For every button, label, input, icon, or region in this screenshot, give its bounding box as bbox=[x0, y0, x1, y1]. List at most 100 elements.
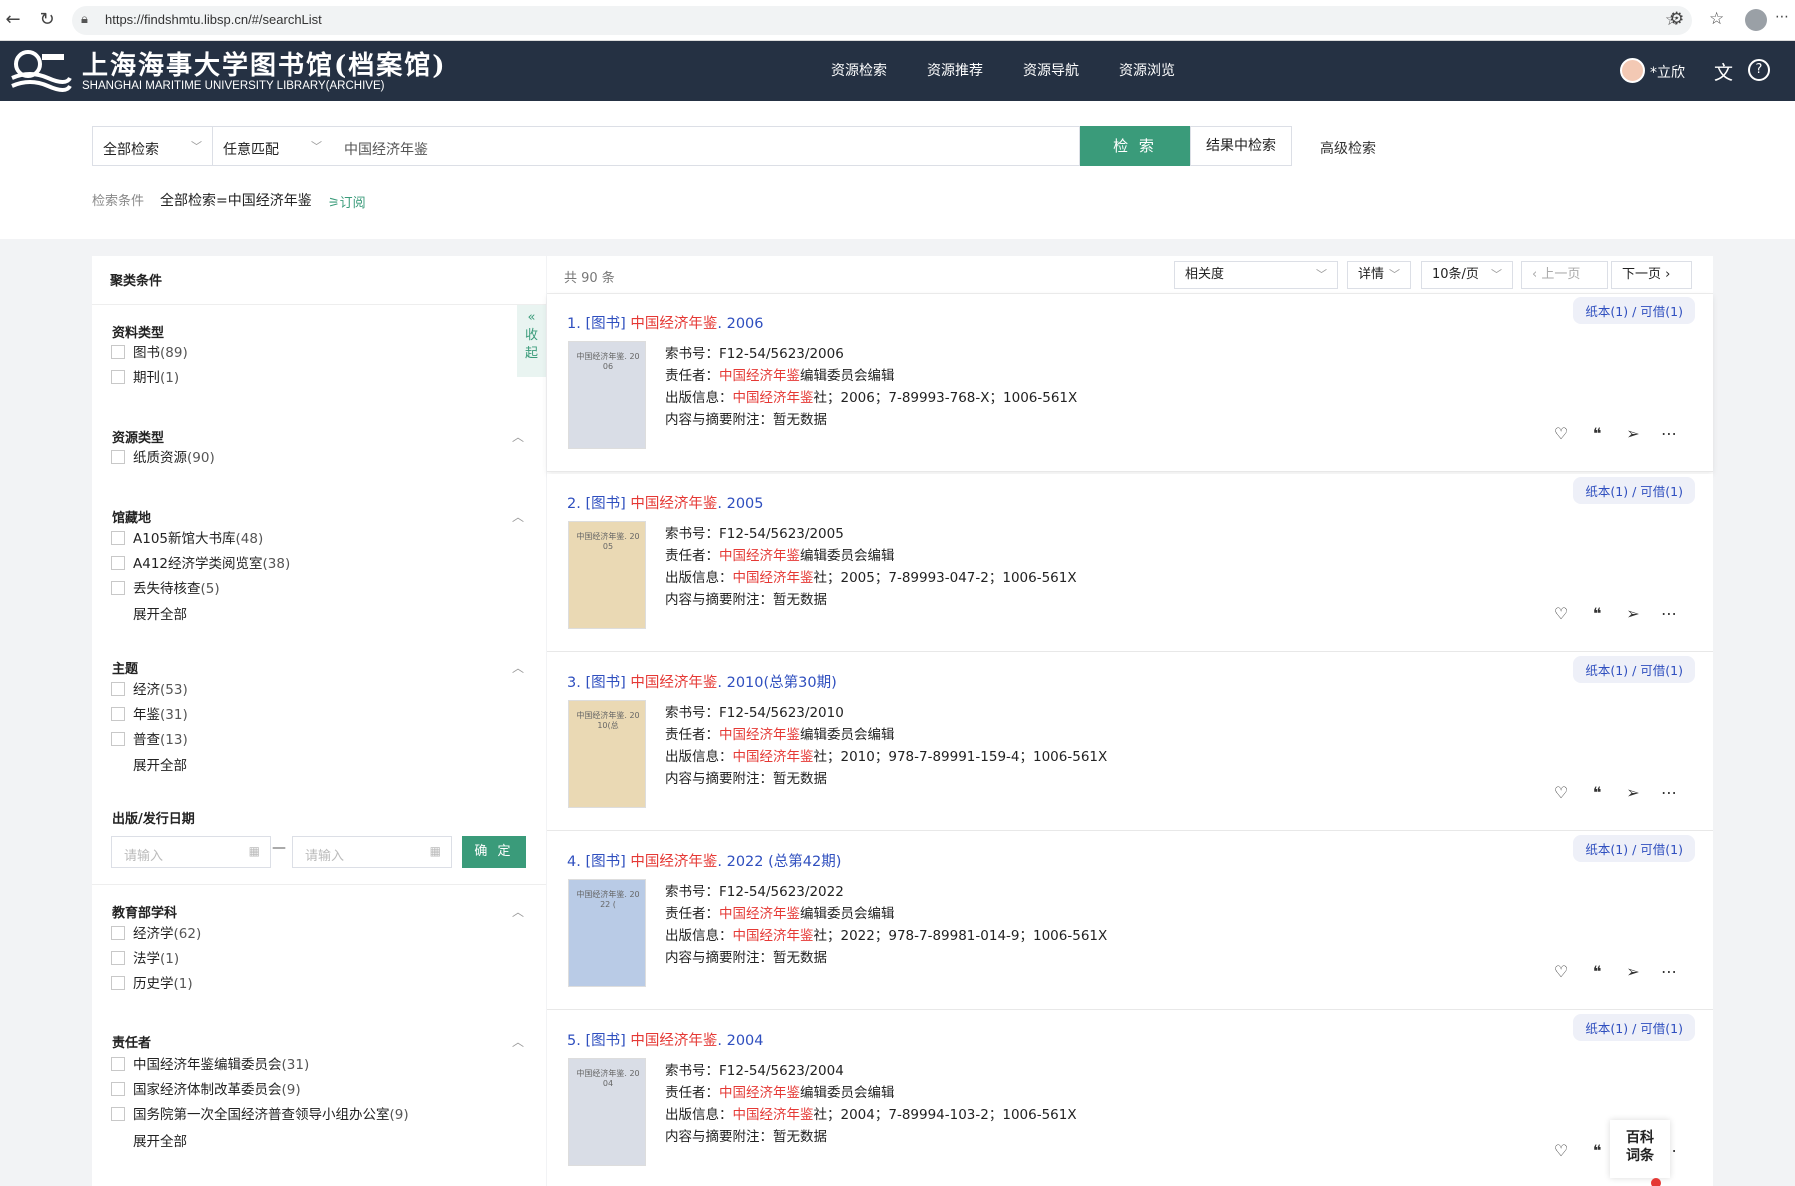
date-confirm-button[interactable]: 确 定 bbox=[462, 836, 526, 868]
help-icon[interactable]: ? bbox=[1748, 59, 1770, 81]
checkbox[interactable] bbox=[111, 556, 125, 570]
facet-option[interactable]: 普查(13) bbox=[111, 731, 188, 749]
chevron-up-icon[interactable]: ︿ bbox=[512, 508, 524, 525]
checkbox[interactable] bbox=[111, 707, 125, 721]
more-icon[interactable]: ⋯ bbox=[1775, 9, 1789, 25]
expand-all-link[interactable]: 展开全部 bbox=[133, 603, 187, 623]
checkbox[interactable] bbox=[111, 732, 125, 746]
share-send-icon[interactable]: ➢ bbox=[1615, 962, 1651, 981]
quote-icon[interactable]: ❝ bbox=[1579, 962, 1615, 981]
favorites-icon[interactable]: ☆ bbox=[1709, 9, 1724, 29]
checkbox[interactable] bbox=[111, 1057, 125, 1071]
checkbox[interactable] bbox=[111, 682, 125, 696]
checkbox[interactable] bbox=[111, 926, 125, 940]
advanced-search-link[interactable]: 高级检索 bbox=[1320, 138, 1376, 158]
sort-select[interactable]: 相关度 ﹀ bbox=[1174, 261, 1338, 289]
facet-option[interactable]: A412经济学类阅览室(38) bbox=[111, 555, 290, 573]
date-start-input[interactable]: 请输入 ▦ bbox=[111, 836, 271, 868]
result-title-link[interactable]: 5. [图书] 中国经济年鉴. 2004 bbox=[567, 1029, 764, 1050]
search-input[interactable]: 中国经济年鉴 bbox=[332, 126, 1080, 166]
reload-icon[interactable]: ↻ bbox=[36, 9, 58, 31]
facet-option[interactable]: 经济(53) bbox=[111, 681, 188, 699]
heart-icon[interactable]: ♡ bbox=[1543, 1141, 1579, 1160]
search-button[interactable]: 检 索 bbox=[1080, 126, 1190, 166]
prev-page-button[interactable]: ‹ 上一页 bbox=[1521, 261, 1608, 289]
result-title-link[interactable]: 3. [图书] 中国经济年鉴. 2010(总第30期) bbox=[567, 671, 837, 692]
book-cover-image[interactable]: 中国经济年鉴. 20 06 bbox=[568, 341, 646, 449]
page-size-select[interactable]: 10条/页 ﹀ bbox=[1421, 261, 1513, 289]
collapse-panel-button[interactable]: « 收 起 bbox=[517, 305, 546, 377]
checkbox[interactable] bbox=[111, 345, 125, 359]
view-mode-select[interactable]: 详情 ﹀ bbox=[1347, 261, 1411, 289]
book-cover-image[interactable]: 中国经济年鉴. 20 04 bbox=[568, 1058, 646, 1166]
share-send-icon[interactable]: ➢ bbox=[1615, 783, 1651, 802]
profile-avatar[interactable] bbox=[1745, 9, 1767, 31]
more-icon[interactable]: ⋯ bbox=[1651, 962, 1687, 981]
encyclopedia-widget[interactable]: 百科 词条 bbox=[1610, 1120, 1670, 1178]
result-title-link[interactable]: 2. [图书] 中国经济年鉴. 2005 bbox=[567, 492, 764, 513]
availability-badge[interactable]: 纸本(1) / 可借(1) bbox=[1573, 477, 1695, 504]
checkbox[interactable] bbox=[111, 370, 125, 384]
facet-option[interactable]: 经济学(62) bbox=[111, 925, 201, 943]
next-page-button[interactable]: 下一页 › bbox=[1611, 261, 1692, 289]
facet-option[interactable]: A105新馆大书库(48) bbox=[111, 530, 263, 548]
more-icon[interactable]: ⋯ bbox=[1651, 424, 1687, 443]
expand-all-link[interactable]: 展开全部 bbox=[133, 754, 187, 774]
facet-option[interactable]: 国家经济体制改革委员会(9) bbox=[111, 1081, 301, 1099]
checkbox[interactable] bbox=[111, 951, 125, 965]
chevron-up-icon[interactable]: ︿ bbox=[512, 659, 524, 676]
match-mode-select[interactable]: 任意匹配 ﹀ bbox=[212, 126, 333, 166]
subscribe-link[interactable]: ⚞订阅 bbox=[328, 192, 366, 211]
address-bar[interactable]: 🔒︎ https://findshmtu.libsp.cn/#/searchLi… bbox=[72, 6, 1692, 35]
checkbox[interactable] bbox=[111, 531, 125, 545]
back-icon[interactable]: ← bbox=[2, 9, 24, 31]
checkbox[interactable] bbox=[111, 450, 125, 464]
facet-option[interactable]: 历史学(1) bbox=[111, 975, 193, 993]
translate-icon[interactable]: 文 bbox=[1714, 58, 1733, 85]
facet-option[interactable]: 期刊(1) bbox=[111, 369, 179, 387]
date-end-input[interactable]: 请输入 ▦ bbox=[292, 836, 452, 868]
more-icon[interactable]: ⋯ bbox=[1651, 604, 1687, 623]
facet-option[interactable]: 丢失待核查(5) bbox=[111, 580, 220, 598]
menu-resource-navigation[interactable]: 资源导航 bbox=[1023, 60, 1079, 80]
quote-icon[interactable]: ❝ bbox=[1579, 783, 1615, 802]
facet-option[interactable]: 法学(1) bbox=[111, 950, 179, 968]
availability-badge[interactable]: 纸本(1) / 可借(1) bbox=[1573, 297, 1695, 324]
heart-icon[interactable]: ♡ bbox=[1543, 604, 1579, 623]
quote-icon[interactable]: ❝ bbox=[1579, 424, 1615, 443]
availability-badge[interactable]: 纸本(1) / 可借(1) bbox=[1573, 1014, 1695, 1041]
heart-icon[interactable]: ♡ bbox=[1543, 962, 1579, 981]
share-send-icon[interactable]: ➢ bbox=[1615, 604, 1651, 623]
book-cover-image[interactable]: 中国经济年鉴. 20 22 ( bbox=[568, 879, 646, 987]
share-send-icon[interactable]: ➢ bbox=[1615, 424, 1651, 443]
menu-resource-browse[interactable]: 资源浏览 bbox=[1119, 60, 1175, 80]
availability-badge[interactable]: 纸本(1) / 可借(1) bbox=[1573, 835, 1695, 862]
heart-icon[interactable]: ♡ bbox=[1543, 424, 1579, 443]
result-title-link[interactable]: 4. [图书] 中国经济年鉴. 2022 (总第42期) bbox=[567, 850, 841, 871]
chevron-up-icon[interactable]: ︿ bbox=[512, 903, 524, 920]
facet-option[interactable]: 中国经济年鉴编辑委员会(31) bbox=[111, 1056, 309, 1074]
book-cover-image[interactable]: 中国经济年鉴. 20 10(总 bbox=[568, 700, 646, 808]
more-icon[interactable]: ⋯ bbox=[1651, 783, 1687, 802]
facet-option[interactable]: 年鉴(31) bbox=[111, 706, 188, 724]
quote-icon[interactable]: ❝ bbox=[1579, 604, 1615, 623]
book-cover-image[interactable]: 中国经济年鉴. 20 05 bbox=[568, 521, 646, 629]
result-title-link[interactable]: 1. [图书] 中国经济年鉴. 2006 bbox=[567, 312, 764, 333]
facet-option[interactable]: 国务院第一次全国经济普查领导小组办公室(9) bbox=[111, 1106, 409, 1124]
menu-resource-search[interactable]: 资源检索 bbox=[831, 60, 887, 80]
chevron-up-icon[interactable]: ︿ bbox=[512, 1033, 524, 1050]
heart-icon[interactable]: ♡ bbox=[1543, 783, 1579, 802]
facet-option[interactable]: 图书(89) bbox=[111, 344, 188, 362]
facet-option[interactable]: 纸质资源(90) bbox=[111, 449, 215, 467]
expand-all-link[interactable]: 展开全部 bbox=[133, 1130, 187, 1150]
checkbox[interactable] bbox=[111, 976, 125, 990]
checkbox[interactable] bbox=[111, 581, 125, 595]
checkbox[interactable] bbox=[111, 1107, 125, 1121]
search-scope-select[interactable]: 全部检索 ﹀ bbox=[92, 126, 213, 166]
availability-badge[interactable]: 纸本(1) / 可借(1) bbox=[1573, 656, 1695, 683]
user-name[interactable]: *立欣 bbox=[1650, 62, 1685, 82]
checkbox[interactable] bbox=[111, 1082, 125, 1096]
user-avatar[interactable] bbox=[1620, 58, 1645, 83]
search-within-results-button[interactable]: 结果中检索 bbox=[1190, 126, 1292, 166]
chevron-up-icon[interactable]: ︿ bbox=[512, 428, 524, 445]
